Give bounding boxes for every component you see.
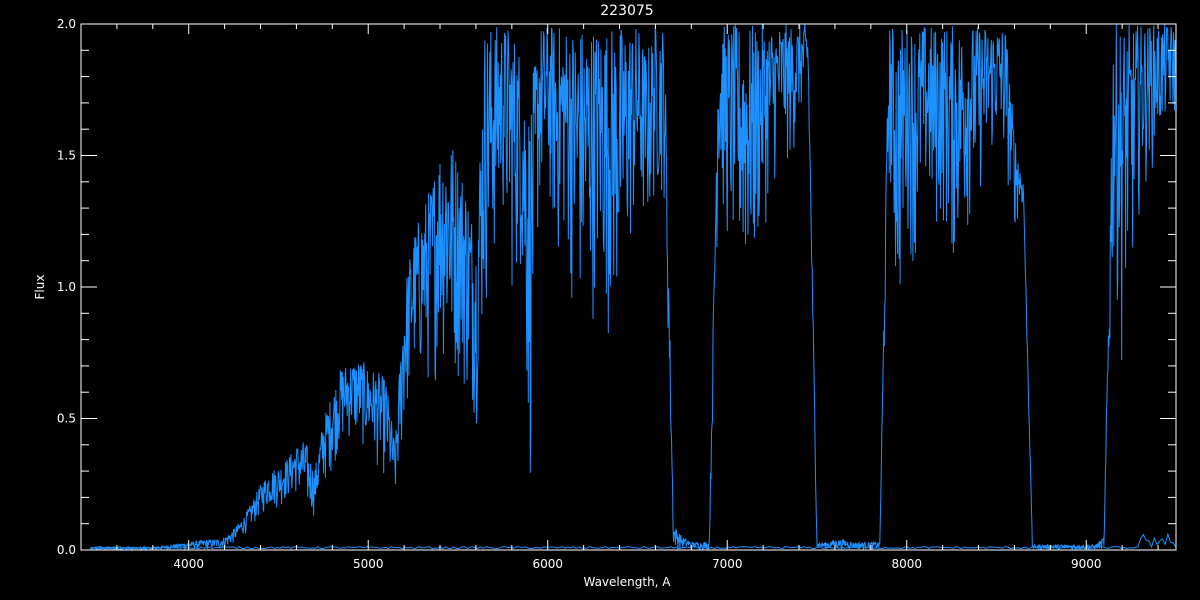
x-tick-label: 9000	[1071, 557, 1102, 571]
y-tick-label: 0.0	[57, 543, 76, 557]
y-tick-label: 1.0	[57, 280, 76, 294]
y-tick-label: 1.5	[57, 149, 76, 163]
x-tick-label: 8000	[891, 557, 922, 571]
x-tick-label: 4000	[173, 557, 204, 571]
chart-title: 223075	[600, 3, 653, 19]
x-axis-title: Wavelength, A	[583, 575, 671, 589]
spectrum-chart: 223075 4000 5000 6000 7000 8000 9000 0.0 0.5 1.0…	[0, 0, 1200, 600]
y-tick-label: 0.5	[57, 412, 76, 426]
x-tick-label: 5000	[353, 557, 384, 571]
chart-background	[0, 0, 1200, 600]
x-tick-label: 6000	[532, 557, 563, 571]
y-axis-title: Flux	[33, 275, 47, 300]
x-tick-label: 7000	[712, 557, 743, 571]
y-tick-label: 2.0	[57, 17, 76, 31]
